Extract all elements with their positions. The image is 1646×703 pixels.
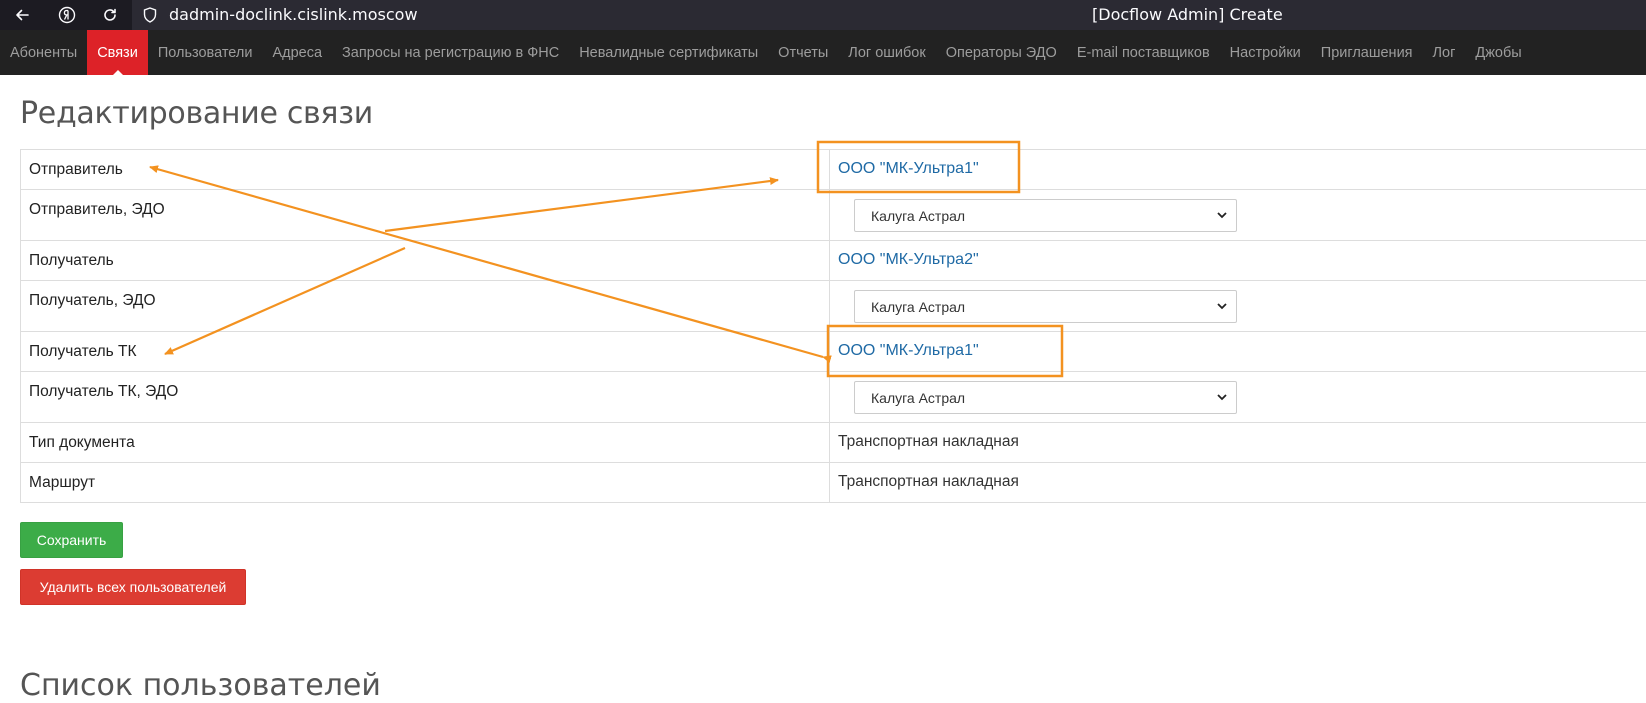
shield-icon — [141, 6, 159, 24]
chevron-down-icon — [1216, 209, 1228, 221]
nav-item-edo-operators[interactable]: Операторы ЭДО — [936, 30, 1067, 75]
sender-edo-label: Отправитель, ЭДО — [21, 190, 830, 241]
table-row: Отправитель, ЭДО Калуга Астрал — [21, 190, 1646, 241]
table-row: Получатель, ЭДО Калуга Астрал — [21, 281, 1646, 332]
doc-type-label: Тип документа — [21, 423, 830, 463]
recipient-edo-select[interactable]: Калуга Астрал — [854, 290, 1237, 323]
recipient-tk-link[interactable]: ООО "МК-Ультра1" — [838, 342, 979, 359]
nav-item-invalid-certificates[interactable]: Невалидные сертификаты — [569, 30, 768, 75]
route-value: Транспортная накладная — [830, 463, 1646, 503]
link-edit-table: Отправитель ООО "МК-Ультра1" Отправитель… — [20, 149, 1646, 503]
nav-item-supplier-emails[interactable]: E-mail поставщиков — [1067, 30, 1220, 75]
users-list-heading: Список пользователей — [20, 668, 381, 703]
nav-item-users[interactable]: Пользователи — [148, 30, 263, 75]
recipient-label: Получатель — [21, 241, 830, 281]
url-text[interactable]: dadmin-doclink.cislink.moscow — [169, 5, 418, 24]
nav-item-log[interactable]: Лог — [1423, 30, 1466, 75]
recipient-edo-label: Получатель, ЭДО — [21, 281, 830, 332]
sender-edo-selected: Калуга Астрал — [871, 208, 965, 224]
yandex-icon[interactable] — [55, 3, 79, 27]
recipient-link[interactable]: ООО "МК-Ультра2" — [838, 251, 979, 268]
window-title: [Docflow Admin] Create — [1092, 5, 1283, 24]
delete-all-users-button[interactable]: Удалить всех пользователей — [20, 569, 246, 605]
browser-toolbar: dadmin-doclink.cislink.moscow [Docflow A… — [0, 0, 1646, 30]
recipient-edo-selected: Калуга Астрал — [871, 299, 965, 315]
table-row: Получатель ТК ООО "МК-Ультра1" — [21, 332, 1646, 372]
chevron-down-icon — [1216, 391, 1228, 403]
recipient-tk-label: Получатель ТК — [21, 332, 830, 372]
sender-label: Отправитель — [21, 150, 830, 190]
recipient-tk-edo-select[interactable]: Калуга Астрал — [854, 381, 1237, 414]
nav-item-addresses[interactable]: Адреса — [262, 30, 332, 75]
nav-item-error-log[interactable]: Лог ошибок — [838, 30, 935, 75]
route-label: Маршрут — [21, 463, 830, 503]
nav-item-subscribers[interactable]: Абоненты — [0, 30, 87, 75]
save-button[interactable]: Сохранить — [20, 522, 123, 558]
table-row: Отправитель ООО "МК-Ультра1" — [21, 150, 1646, 190]
recipient-tk-edo-selected: Калуга Астрал — [871, 390, 965, 406]
nav-item-invitations[interactable]: Приглашения — [1311, 30, 1423, 75]
table-row: Получатель ТК, ЭДО Калуга Астрал — [21, 372, 1646, 423]
nav-item-jobs[interactable]: Джобы — [1465, 30, 1531, 75]
nav-item-fns-registration-requests[interactable]: Запросы на регистрацию в ФНС — [332, 30, 569, 75]
doc-type-value: Транспортная накладная — [830, 423, 1646, 463]
table-row: Получатель ООО "МК-Ультра2" — [21, 241, 1646, 281]
table-row: Маршрут Транспортная накладная — [21, 463, 1646, 503]
recipient-tk-edo-label: Получатель ТК, ЭДО — [21, 372, 830, 423]
table-row: Тип документа Транспортная накладная — [21, 423, 1646, 463]
chevron-down-icon — [1216, 300, 1228, 312]
reload-icon[interactable] — [98, 3, 122, 27]
nav-item-links[interactable]: Связи — [87, 30, 148, 75]
main-navbar: Абоненты Связи Пользователи Адреса Запро… — [0, 30, 1646, 75]
back-icon[interactable] — [10, 3, 34, 27]
sender-link[interactable]: ООО "МК-Ультра1" — [838, 160, 979, 177]
page-title: Редактирование связи — [20, 96, 373, 131]
nav-item-settings[interactable]: Настройки — [1220, 30, 1311, 75]
sender-edo-select[interactable]: Калуга Астрал — [854, 199, 1237, 232]
nav-item-reports[interactable]: Отчеты — [768, 30, 838, 75]
